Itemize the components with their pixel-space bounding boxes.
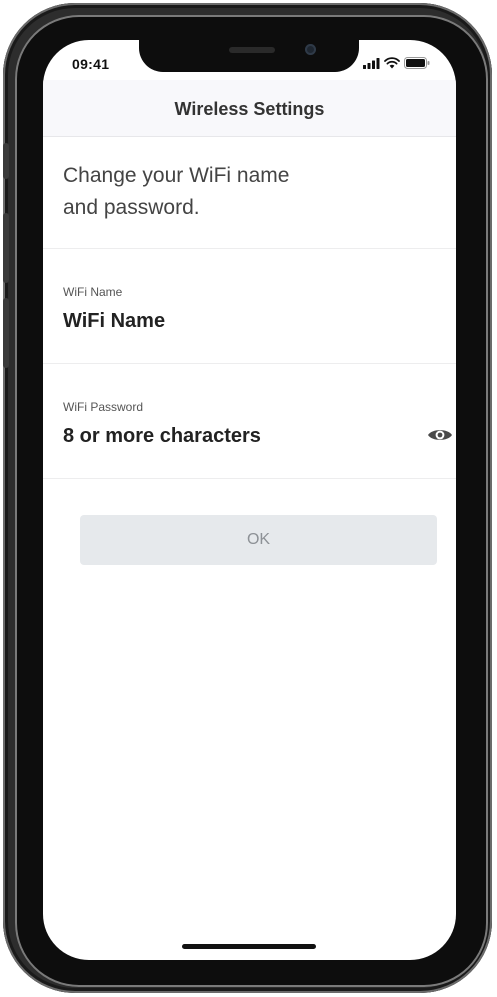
- mute-switch: [3, 143, 9, 179]
- intro-text: Change your WiFi name and password.: [63, 160, 393, 224]
- ok-button-label: OK: [246, 531, 271, 548]
- cellular-signal-icon: [363, 57, 380, 69]
- status-time: 09:41: [72, 56, 110, 72]
- page-title: Wireless Settings: [174, 98, 325, 119]
- navigation-header: Wireless Settings: [43, 80, 456, 137]
- wifi-name-input[interactable]: WiFi Name: [63, 310, 165, 333]
- home-indicator[interactable]: [182, 944, 316, 949]
- volume-down-button: [3, 298, 9, 368]
- divider: [43, 478, 456, 479]
- notch: [139, 40, 359, 72]
- wifi-password-input[interactable]: 8 or more characters: [63, 425, 261, 448]
- eye-icon[interactable]: [427, 427, 453, 443]
- volume-up-button: [3, 213, 9, 283]
- divider: [43, 248, 456, 249]
- status-icons: [363, 57, 430, 69]
- phone-screen: 09:41 Wireless Settings Change your WiFi…: [43, 40, 456, 960]
- wifi-password-label: WiFi Password: [63, 400, 144, 414]
- wifi-name-label: WiFi Name: [63, 285, 123, 299]
- earpiece-speaker: [229, 47, 275, 53]
- divider: [43, 363, 456, 364]
- wifi-icon: [384, 57, 400, 69]
- intro-line-1: Change your WiFi name: [63, 164, 290, 187]
- ok-button[interactable]: OK: [80, 515, 437, 565]
- battery-icon: [404, 57, 430, 69]
- front-camera: [305, 44, 316, 55]
- intro-line-2: and password.: [63, 196, 200, 219]
